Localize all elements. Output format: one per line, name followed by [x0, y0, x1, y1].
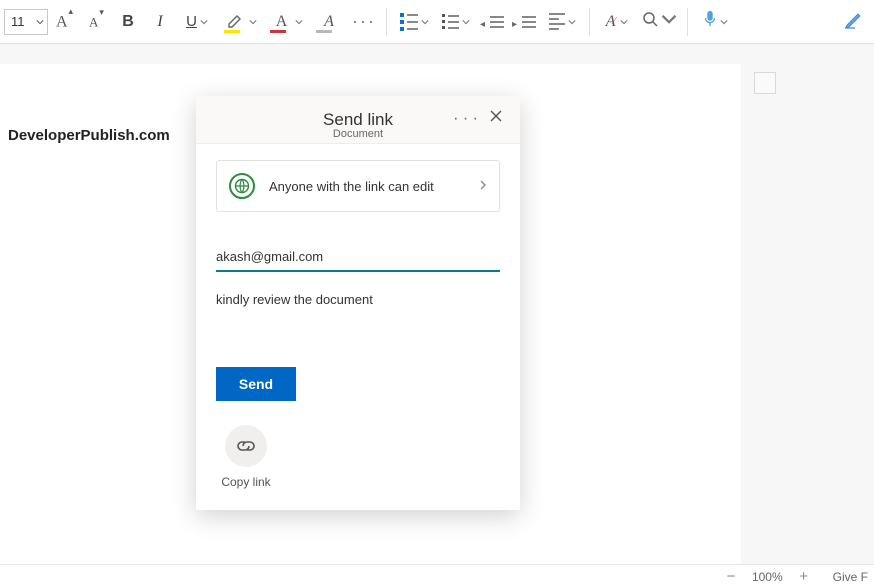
increase-indent-icon: ▸ [514, 16, 536, 28]
chevron-down-icon [568, 13, 576, 31]
numbered-list-button[interactable] [435, 2, 477, 42]
font-color-icon: A [272, 13, 292, 31]
bullet-list-button[interactable] [393, 2, 435, 42]
link-permissions-text: Anyone with the link can edit [269, 179, 465, 194]
plus-icon: + [799, 568, 808, 585]
numbered-list-icon [442, 14, 459, 29]
increase-indent-button[interactable]: ▸ [509, 2, 541, 42]
zoom-in-button[interactable]: + [795, 568, 813, 585]
highlight-swatch [224, 30, 240, 33]
highlight-icon [226, 12, 246, 32]
toolbar-separator [687, 8, 688, 36]
close-icon [488, 108, 504, 124]
dialog-more-button[interactable]: · · · [453, 110, 478, 128]
chevron-down-icon [249, 13, 257, 31]
give-feedback-button[interactable]: Give F [833, 570, 868, 584]
font-size-value: 11 [5, 14, 33, 29]
clear-formatting-swatch [316, 30, 332, 33]
ribbon-toolbar: 11 A▴ A▾ B I U A [0, 0, 874, 44]
zoom-out-button[interactable]: − [722, 568, 740, 585]
shrink-font-button[interactable]: A▾ [80, 2, 112, 42]
grow-font-icon: A▴ [56, 12, 72, 31]
italic-icon: I [157, 13, 162, 31]
ruler-handle[interactable] [754, 72, 776, 94]
decrease-indent-button[interactable]: ◂ [477, 2, 509, 42]
font-color-swatch [270, 30, 286, 33]
ellipsis-icon: ··· [352, 11, 376, 32]
chevron-down-icon [421, 13, 429, 31]
chevron-right-icon [479, 177, 487, 195]
styles-button[interactable]: A⁄ [596, 2, 638, 42]
send-button[interactable]: Send [216, 367, 296, 401]
dialog-header: Send link Document · · · [196, 96, 520, 144]
toolbar-separator [386, 8, 387, 36]
chevron-down-icon [620, 13, 628, 31]
chevron-down-icon [462, 13, 470, 31]
message-input[interactable] [216, 292, 500, 332]
minus-icon: − [727, 568, 736, 585]
toolbar-separator [589, 8, 590, 36]
font-size-select[interactable]: 11 [4, 9, 48, 35]
copy-link-label: Copy link [221, 475, 270, 489]
dialog-close-button[interactable] [488, 108, 508, 128]
link-permissions-button[interactable]: Anyone with the link can edit [216, 160, 500, 212]
globe-icon [229, 173, 255, 199]
chevron-down-icon [200, 13, 208, 31]
send-link-dialog: Send link Document · · · A [196, 96, 520, 510]
decrease-indent-icon: ◂ [482, 16, 504, 28]
ellipsis-icon: · · · [453, 110, 478, 127]
italic-button[interactable]: I [144, 2, 176, 42]
underline-icon: U [186, 13, 197, 31]
document-workspace: DeveloperPublish.com Send link Document … [0, 44, 874, 564]
chevron-down-icon [720, 13, 728, 31]
dialog-body: Anyone with the link can edit Send Copy … [196, 144, 520, 510]
align-button[interactable] [541, 2, 583, 42]
editor-button[interactable] [838, 2, 870, 42]
bold-icon: B [122, 13, 134, 31]
microphone-icon [703, 10, 717, 33]
dialog-subtitle: Document [333, 128, 383, 140]
align-icon [549, 13, 565, 30]
search-icon [642, 11, 658, 32]
find-button[interactable] [638, 2, 681, 42]
bullet-list-icon [400, 13, 418, 31]
more-font-button[interactable]: ··· [348, 2, 380, 42]
clear-formatting-button[interactable]: A [310, 2, 348, 42]
dialog-title: Send link [323, 110, 393, 130]
clear-formatting-icon: A [319, 13, 339, 31]
chevron-down-icon [295, 13, 303, 31]
shrink-font-icon: A▾ [89, 13, 103, 30]
styles-icon: A⁄ [606, 13, 617, 31]
bold-button[interactable]: B [112, 2, 144, 42]
link-icon [225, 425, 267, 467]
status-bar: − 100% + Give F [0, 564, 874, 588]
chevron-down-icon [661, 11, 677, 32]
recipient-email-input[interactable] [216, 242, 500, 272]
highlight-button[interactable] [218, 2, 264, 42]
document-body-text[interactable]: DeveloperPublish.com [8, 127, 170, 144]
font-color-button[interactable]: A [264, 2, 310, 42]
chevron-down-icon [33, 18, 47, 26]
pen-icon [843, 8, 865, 35]
grow-font-button[interactable]: A▴ [48, 2, 80, 42]
copy-link-button[interactable]: Copy link [216, 425, 276, 489]
dictate-button[interactable] [694, 2, 736, 42]
zoom-level[interactable]: 100% [752, 570, 783, 584]
underline-button[interactable]: U [176, 2, 218, 42]
